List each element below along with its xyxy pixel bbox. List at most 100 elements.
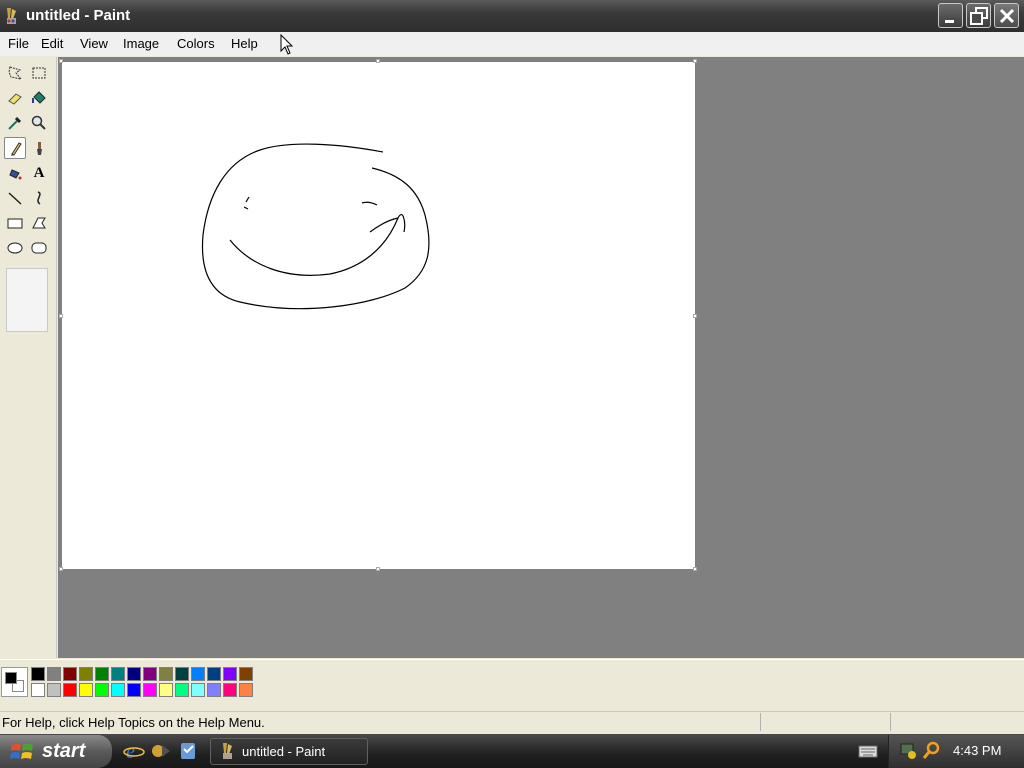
paint-app-icon (4, 6, 20, 26)
curve-icon (37, 191, 41, 205)
magnifier-tool[interactable] (28, 112, 50, 134)
status-divider (890, 713, 891, 731)
menu-file[interactable]: File (8, 36, 29, 51)
palette-swatch[interactable] (79, 683, 93, 697)
palette-swatch[interactable] (159, 683, 173, 697)
palette-swatch[interactable] (63, 683, 77, 697)
smiley-face-drawing (201, 143, 430, 310)
outlook-express-icon[interactable] (177, 740, 199, 762)
keyboard-icon[interactable] (858, 744, 878, 758)
brush-tool[interactable] (28, 137, 50, 159)
airbrush-icon (9, 169, 22, 180)
restore-button[interactable] (966, 3, 991, 28)
palette-swatch[interactable] (111, 667, 125, 681)
resize-handle (59, 59, 63, 63)
palette-swatch[interactable] (143, 667, 157, 681)
mouse-pointer-icon (280, 34, 294, 55)
rectangle-icon (7, 218, 23, 229)
fill-with-color-tool[interactable] (28, 87, 50, 109)
menu-colors[interactable]: Colors (177, 36, 215, 51)
status-divider (760, 713, 761, 731)
network-icon[interactable] (898, 740, 918, 762)
eraser-icon (8, 93, 22, 105)
close-button[interactable] (994, 3, 1019, 28)
palette-swatch[interactable] (127, 667, 141, 681)
resize-handle (693, 59, 697, 63)
line-icon (8, 192, 22, 205)
close-icon (999, 8, 1015, 24)
curve-tool[interactable] (28, 187, 50, 209)
palette-swatch[interactable] (31, 683, 45, 697)
palette-swatch[interactable] (175, 683, 189, 697)
taskbar-button-label: untitled - Paint (242, 744, 326, 759)
palette-swatch[interactable] (127, 683, 141, 697)
palette-swatch[interactable] (79, 667, 93, 681)
resize-handle-right[interactable] (693, 314, 697, 318)
current-colors (1, 667, 28, 697)
palette-swatch[interactable] (159, 667, 173, 681)
free-form-select-icon (8, 66, 23, 80)
clock: 4:43 PM (953, 743, 1002, 758)
title-bar[interactable] (0, 0, 1024, 32)
palette-swatch[interactable] (47, 667, 61, 681)
palette-swatch[interactable] (95, 667, 109, 681)
tool-options-box[interactable] (6, 268, 48, 332)
palette-swatch[interactable] (47, 683, 61, 697)
pencil-icon (11, 142, 22, 156)
start-label: start (42, 740, 86, 762)
fill-with-color-icon (32, 91, 46, 104)
ellipse-icon (7, 242, 23, 254)
select-icon (32, 67, 46, 79)
palette-swatch[interactable] (143, 683, 157, 697)
palette-swatch[interactable] (63, 667, 77, 681)
polygon-icon (32, 217, 46, 229)
media-player-icon[interactable] (150, 741, 172, 761)
palette-swatch[interactable] (239, 667, 253, 681)
menu-view[interactable]: View (80, 36, 108, 51)
internet-explorer-icon[interactable]: e (123, 740, 145, 762)
resize-handle (59, 567, 63, 571)
palette-swatch[interactable] (223, 683, 237, 697)
magnifier-icon (31, 115, 46, 130)
svg-text:e: e (126, 741, 135, 762)
paint-app-icon (223, 743, 232, 759)
menu-help[interactable]: Help (231, 36, 258, 51)
menu-edit[interactable]: Edit (41, 36, 63, 51)
select-tool[interactable] (28, 62, 50, 84)
palette-swatch[interactable] (239, 683, 253, 697)
ellipse-tool[interactable] (4, 237, 26, 259)
palette-swatch[interactable] (95, 683, 109, 697)
resize-handle-bottom[interactable] (376, 567, 380, 571)
rectangle-tool[interactable] (4, 212, 26, 234)
resize-handle (376, 59, 380, 63)
resize-handle-corner[interactable] (693, 567, 697, 571)
pencil-tool[interactable] (4, 137, 26, 159)
brush-icon (37, 142, 42, 155)
menu-image[interactable]: Image (123, 36, 159, 51)
windows-logo-icon (10, 743, 33, 759)
minimize-button[interactable] (938, 3, 963, 28)
palette-swatch[interactable] (111, 683, 125, 697)
palette-swatch[interactable] (175, 667, 189, 681)
palette-swatch[interactable] (191, 683, 205, 697)
eraser-tool[interactable] (4, 87, 26, 109)
pick-color-tool[interactable] (4, 112, 26, 134)
pick-color-icon (8, 116, 22, 130)
palette-swatch[interactable] (191, 667, 205, 681)
palette-swatch[interactable] (31, 667, 45, 681)
line-tool[interactable] (4, 187, 26, 209)
drawing-canvas[interactable] (62, 62, 695, 569)
text-tool[interactable]: A (28, 162, 50, 184)
polygon-tool[interactable] (28, 212, 50, 234)
palette-swatch[interactable] (207, 667, 221, 681)
palette-swatch[interactable] (223, 667, 237, 681)
free-form-select-tool[interactable] (4, 62, 26, 84)
status-text: For Help, click Help Topics on the Help … (2, 715, 265, 730)
text-icon: A (33, 164, 45, 181)
window-title: untitled - Paint (26, 7, 131, 24)
palette-swatch[interactable] (207, 683, 221, 697)
search-icon[interactable] (921, 740, 941, 762)
resize-handle (59, 314, 63, 318)
airbrush-tool[interactable] (4, 162, 26, 184)
rounded-rectangle-tool[interactable] (28, 237, 50, 259)
